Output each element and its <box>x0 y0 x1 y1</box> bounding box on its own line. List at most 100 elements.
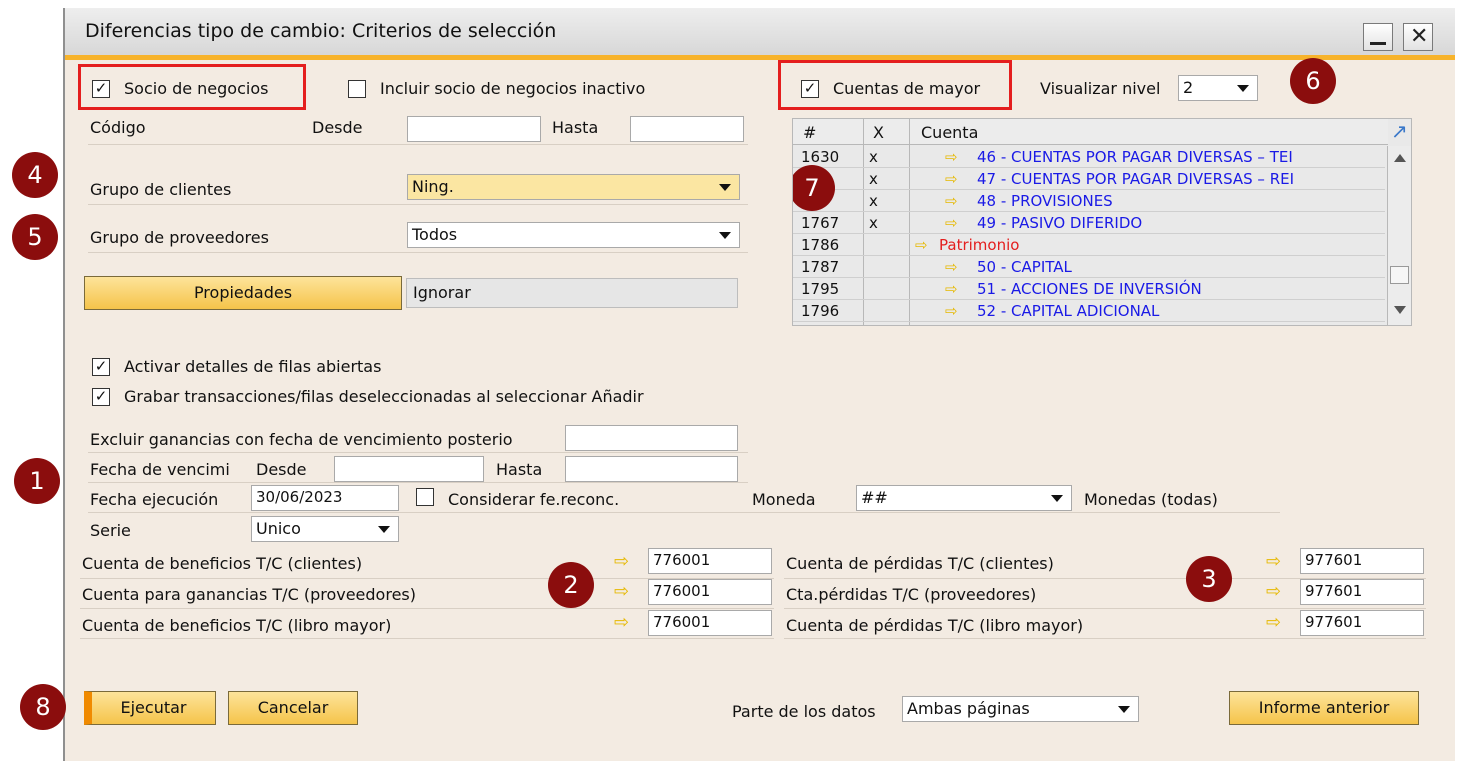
cta-perdidas-clientes-input[interactable]: 977601 <box>1300 548 1424 574</box>
moneda-value: ## <box>861 488 888 507</box>
cta-beneficios-mayor-input[interactable]: 776001 <box>648 610 772 636</box>
table-row[interactable]: x ⇨ 48 - PROVISIONES <box>793 190 1385 212</box>
fecha-ejec-input[interactable]: 30/06/2023 <box>251 485 399 511</box>
considerar-checkbox[interactable] <box>416 488 434 506</box>
link-arrow-icon[interactable]: ⇨ <box>1266 583 1281 601</box>
propiedades-button[interactable]: Propiedades <box>84 276 402 310</box>
inactive-checkbox[interactable] <box>348 80 366 98</box>
link-arrow-icon[interactable]: ⇨ <box>945 258 958 276</box>
activar-checkbox[interactable]: ✓ <box>92 358 110 376</box>
link-arrow-icon[interactable]: ⇨ <box>1266 614 1281 632</box>
link-arrow-icon[interactable]: ⇨ <box>945 214 958 232</box>
cuentas-checkbox[interactable]: ✓ <box>801 80 819 98</box>
cuentas-label: Cuentas de mayor <box>833 79 981 98</box>
divider <box>88 482 748 483</box>
codigo-label: Código <box>90 118 146 137</box>
expand-icon[interactable]: ↗ <box>1391 119 1408 143</box>
cta-perdidas-proveedores-input[interactable]: 977601 <box>1300 579 1424 605</box>
window-title: Diferencias tipo de cambio: Criterios de… <box>85 20 557 42</box>
parte-select[interactable]: Ambas páginas <box>902 696 1139 722</box>
socio-checkbox[interactable]: ✓ <box>92 80 110 98</box>
serie-label: Serie <box>90 521 131 540</box>
grupo-clientes-select[interactable]: Ning. <box>407 174 740 200</box>
divider <box>80 608 774 609</box>
row-cuenta: 48 - PROVISIONES <box>977 192 1113 210</box>
divider <box>88 144 748 145</box>
parte-value: Ambas páginas <box>907 699 1030 718</box>
serie-select[interactable]: Unico <box>251 516 399 542</box>
row-number: 1796 <box>801 302 840 320</box>
row-number: 1630 <box>801 148 840 166</box>
grid-header: # X Cuenta <box>793 119 1388 145</box>
link-arrow-icon[interactable]: ⇨ <box>945 148 958 166</box>
row-selected-mark[interactable]: x <box>869 170 878 188</box>
ignorar-field[interactable]: Ignorar <box>406 278 738 308</box>
cta-ganancias-proveedores-input[interactable]: 776001 <box>648 579 772 605</box>
cta-perdidas-proveedores-label: Cta.pérdidas T/C (proveedores) <box>786 585 1037 604</box>
chevron-down-icon <box>378 526 390 533</box>
close-button[interactable]: ✕ <box>1403 23 1433 51</box>
link-arrow-icon[interactable]: ⇨ <box>1266 553 1281 571</box>
row-number: 1787 <box>801 258 840 276</box>
table-row[interactable]: 1795 ⇨ 51 - ACCIONES DE INVERSIÓN <box>793 278 1385 300</box>
grid-scrollbar[interactable] <box>1387 146 1411 325</box>
codigo-hasta-input[interactable] <box>630 116 744 142</box>
accent-bar <box>65 55 1455 60</box>
ejecutar-button[interactable]: Ejecutar <box>84 691 216 725</box>
table-row[interactable]: 1796 ⇨ 52 - CAPITAL ADICIONAL <box>793 300 1385 322</box>
accounts-grid[interactable]: # X Cuenta 1630 x ⇨ 46 - CUENTAS POR PAGAR … <box>792 118 1412 326</box>
fecha-venc-hasta-input[interactable] <box>565 456 738 482</box>
link-arrow-icon[interactable]: ⇨ <box>614 614 629 632</box>
informe-anterior-button[interactable]: Informe anterior <box>1229 691 1419 725</box>
link-arrow-icon[interactable]: ⇨ <box>945 302 958 320</box>
row-cuenta: Patrimonio <box>939 236 1020 254</box>
table-row[interactable]: 1630 x ⇨ 46 - CUENTAS POR PAGAR DIVERSAS – … <box>793 146 1385 168</box>
row-number: 1767 <box>801 214 840 232</box>
inactive-label: Incluir socio de negocios inactivo <box>380 79 646 98</box>
codigo-desde-input[interactable] <box>407 116 541 142</box>
fecha-venc-hasta-label: Hasta <box>496 460 543 479</box>
row-selected-mark[interactable]: x <box>869 192 878 210</box>
title-bar[interactable]: Diferencias tipo de cambio: Criterios de… <box>63 8 1455 58</box>
nivel-value: 2 <box>1183 78 1194 97</box>
link-arrow-icon[interactable]: ⇨ <box>915 236 928 254</box>
table-row[interactable]: 1786 ⇨ Patrimonio <box>793 234 1385 256</box>
marker-8: 8 <box>20 684 66 730</box>
grupo-clientes-value: Ning. <box>412 177 454 196</box>
divider <box>88 512 1280 513</box>
nivel-select[interactable]: 2 <box>1178 75 1258 101</box>
grupo-proveedores-label: Grupo de proveedores <box>90 228 269 247</box>
table-row[interactable]: x ⇨ 47 - CUENTAS POR PAGAR DIVERSAS – REI <box>793 168 1385 190</box>
excluir-input[interactable] <box>565 425 738 451</box>
row-selected-mark[interactable]: x <box>869 148 878 166</box>
scroll-down-icon[interactable] <box>1394 306 1406 314</box>
row-selected-mark[interactable]: x <box>869 214 878 232</box>
link-arrow-icon[interactable]: ⇨ <box>945 192 958 210</box>
link-arrow-icon[interactable]: ⇨ <box>614 583 629 601</box>
fecha-ejec-label: Fecha ejecución <box>90 490 219 509</box>
row-cuenta: 52 - CAPITAL ADICIONAL <box>977 302 1160 320</box>
moneda-select[interactable]: ## <box>856 485 1072 511</box>
table-row[interactable]: 1787 ⇨ 50 - CAPITAL <box>793 256 1385 278</box>
fecha-venc-desde-input[interactable] <box>334 456 484 482</box>
cancelar-button[interactable]: Cancelar <box>228 691 358 725</box>
cta-perdidas-mayor-input[interactable]: 977601 <box>1300 610 1424 636</box>
table-row[interactable]: 1767 x ⇨ 49 - PASIVO DIFERIDO <box>793 212 1385 234</box>
link-arrow-icon[interactable]: ⇨ <box>614 553 629 571</box>
scroll-up-icon[interactable] <box>1394 154 1406 162</box>
scroll-thumb[interactable] <box>1390 266 1409 284</box>
cta-beneficios-clientes-input[interactable]: 776001 <box>648 548 772 574</box>
fecha-venc-desde-label: Desde <box>256 460 307 479</box>
link-arrow-icon[interactable]: ⇨ <box>945 170 958 188</box>
grabar-checkbox[interactable]: ✓ <box>92 388 110 406</box>
link-arrow-icon[interactable]: ⇨ <box>945 280 958 298</box>
chevron-down-icon <box>1118 706 1130 713</box>
grupo-proveedores-select[interactable]: Todos <box>407 222 740 248</box>
row-number: 1786 <box>801 236 840 254</box>
minimize-button[interactable] <box>1363 23 1393 51</box>
activar-label: Activar detalles de filas abiertas <box>124 357 382 376</box>
grid-header-num: # <box>803 123 817 142</box>
marker-6: 6 <box>1290 58 1336 104</box>
divider <box>88 204 748 205</box>
nivel-label: Visualizar nivel <box>1040 79 1161 98</box>
